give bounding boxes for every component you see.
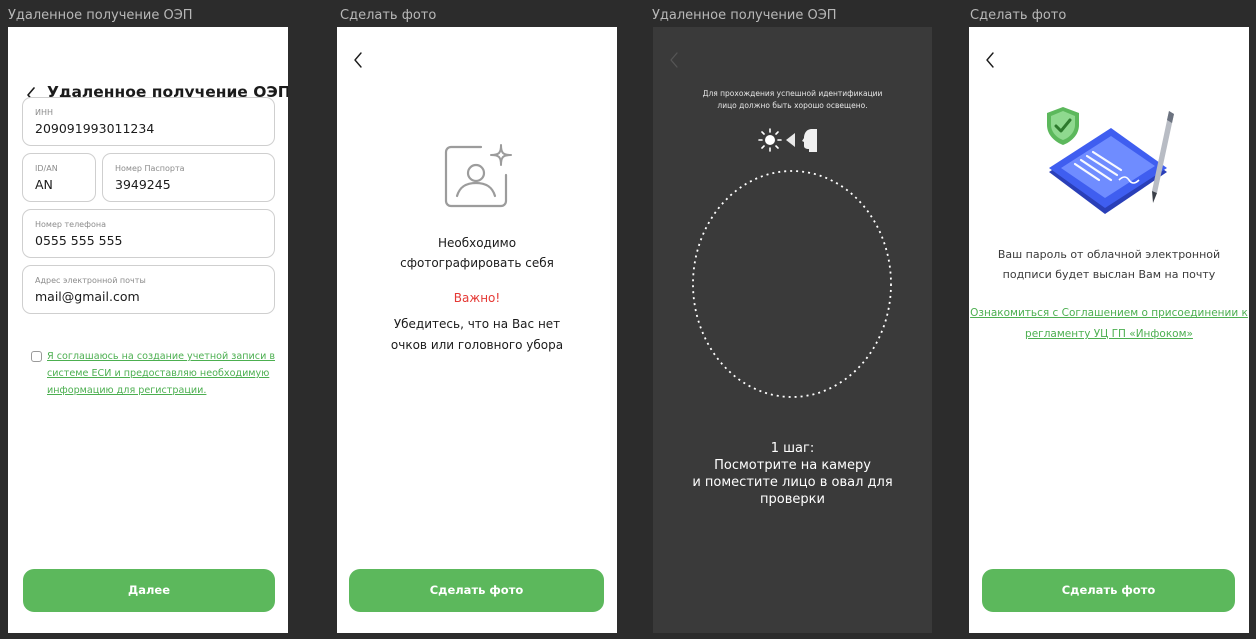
sun-icon xyxy=(758,128,782,152)
note-line: Убедитесь, что на Вас нет xyxy=(393,317,561,331)
message-line: подписи будет выслан Вам на почту xyxy=(1002,268,1216,281)
photo-note: Убедитесь, что на Вас нет очков или голо… xyxy=(337,314,617,356)
capture-instruction: 1 шаг: Посмотрите на камеру и поместите … xyxy=(653,440,932,508)
light-beam-icon xyxy=(786,133,795,147)
field-value: 0555 555 555 xyxy=(35,233,123,248)
agreement-line: информацию для регистрации. xyxy=(47,385,207,396)
message-line: Ваш пароль от облачной электронной xyxy=(997,248,1221,261)
frame-label: Удаленное получение ОЭП xyxy=(652,8,837,23)
passport-field[interactable]: Номер Паспорта 3949245 xyxy=(102,153,275,202)
link-line: Ознакомиться с Соглашением о присоединен… xyxy=(970,307,1248,319)
field-label: ИНН xyxy=(35,108,54,117)
take-photo-button[interactable]: Сделать фото xyxy=(982,569,1235,612)
field-label: ID/AN xyxy=(35,164,58,173)
frame-label: Удаленное получение ОЭП xyxy=(8,8,193,23)
note-line: очков или головного убора xyxy=(390,338,564,352)
field-label: Адрес электронной почты xyxy=(35,276,146,285)
take-photo-button[interactable]: Сделать фото xyxy=(349,569,604,612)
next-button[interactable]: Далее xyxy=(23,569,275,612)
email-field[interactable]: Адрес электронной почты mail@gmail.com xyxy=(22,265,275,314)
instruction-line: сфотографировать себя xyxy=(400,256,554,270)
field-label: Номер Паспорта xyxy=(115,164,185,173)
agreement-link[interactable]: Ознакомиться с Соглашением о присоединен… xyxy=(969,303,1249,345)
link-line: регламенту УЦ ГП «Инфоком» xyxy=(1025,328,1193,340)
phone-field[interactable]: Номер телефона 0555 555 555 xyxy=(22,209,275,258)
screen-remote-signature-form: Удаленное получение ОЭП ИНН 209091993011… xyxy=(8,27,288,633)
agreement-checkbox[interactable] xyxy=(31,351,42,362)
photo-user-icon xyxy=(444,144,512,208)
shield-check-icon xyxy=(1047,107,1079,145)
password-sent-message: Ваш пароль от облачной электронной подпи… xyxy=(969,245,1249,285)
photo-instruction: Необходимо сфотографировать себя xyxy=(337,233,617,273)
frame-label: Сделать фото xyxy=(970,8,1067,23)
hint-line: Для прохождения успешной идентификации xyxy=(702,89,883,98)
step-label: 1 шаг: xyxy=(770,441,815,456)
field-value: AN xyxy=(35,177,53,192)
field-value: 3949245 xyxy=(115,177,171,192)
field-value: 209091993011234 xyxy=(35,121,155,136)
frame-label: Сделать фото xyxy=(340,8,437,23)
instruction-line: проверки xyxy=(760,492,825,507)
important-label: Важно! xyxy=(453,291,501,305)
inn-field[interactable]: ИНН 209091993011234 xyxy=(22,97,275,146)
field-value: mail@gmail.com xyxy=(35,289,140,304)
chevron-left-icon[interactable] xyxy=(353,52,363,68)
instruction-line: и поместите лицо в овал для xyxy=(692,475,893,490)
chevron-left-icon[interactable] xyxy=(985,52,995,68)
screen-face-capture: Для прохождения успешной идентификации л… xyxy=(653,27,932,633)
agreement-line: системе ЕСИ и предоставляю необходимую xyxy=(47,368,270,379)
instruction-line: Посмотрите на камеру xyxy=(714,458,871,473)
field-label: Номер телефона xyxy=(35,220,106,229)
agreement-line: Я соглашаюсь на создание учетной записи … xyxy=(47,351,276,362)
face-profile-icon xyxy=(802,129,817,152)
face-oval-guide xyxy=(692,170,892,398)
screen-take-photo: Необходимо сфотографировать себя Важно! … xyxy=(337,27,617,633)
instruction-line: Необходимо xyxy=(437,236,517,250)
lighting-hint: Для прохождения успешной идентификации л… xyxy=(653,88,932,112)
chevron-left-icon[interactable] xyxy=(669,52,679,68)
hint-line: лицо должно быть хорошо освещено. xyxy=(717,101,868,110)
screen-password-sent: Ваш пароль от облачной электронной подпи… xyxy=(969,27,1249,633)
pen-icon xyxy=(1152,111,1174,203)
agreement-link[interactable]: Я соглашаюсь на создание учетной записи … xyxy=(47,348,283,399)
id-an-field[interactable]: ID/AN AN xyxy=(22,153,96,202)
